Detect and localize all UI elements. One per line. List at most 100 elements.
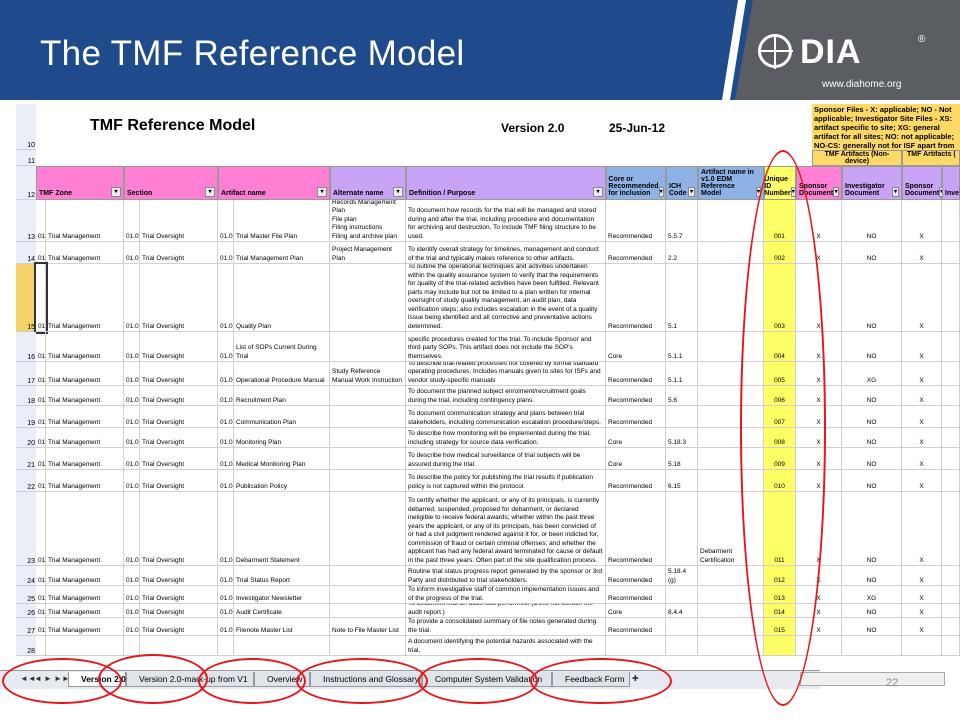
cell-inv[interactable]: XG <box>842 362 902 386</box>
cell-section[interactable]: Trial Oversight <box>140 362 218 386</box>
filter-dropdown-icon[interactable]: ▾ <box>205 187 215 197</box>
cell-core[interactable]: Recommended <box>606 386 666 406</box>
cell-core[interactable]: Recommended <box>606 586 666 604</box>
cell-section[interactable]: Trial Oversight <box>140 448 218 470</box>
cell-sponsor2[interactable]: X <box>902 586 942 604</box>
column-header[interactable]: Artifact name ▾ <box>218 166 330 200</box>
cell-alt[interactable] <box>330 386 406 406</box>
cell-inv[interactable]: NO <box>842 200 902 242</box>
cell-zone-no[interactable]: 01 <box>36 492 46 566</box>
cell-zone[interactable]: Trial Management <box>46 566 124 586</box>
cell-def[interactable]: To describe trial-related processes not … <box>406 362 606 386</box>
cell-sponsor2[interactable]: X <box>902 386 942 406</box>
cell-inv[interactable]: XG <box>842 586 902 604</box>
cell-core[interactable] <box>606 636 666 656</box>
cell-sec-no[interactable]: 01.01 <box>124 448 140 470</box>
cell-art-no[interactable]: 01.01.07 <box>218 406 234 428</box>
column-header[interactable]: TMF Zone ▾ <box>36 166 124 200</box>
filter-dropdown-icon[interactable]: ▾ <box>892 187 899 197</box>
cell-ich[interactable]: 5.6 <box>666 386 698 406</box>
cell-sponsor2[interactable] <box>902 636 942 656</box>
cell-zone-no[interactable]: 01 <box>36 618 46 636</box>
cell-alt[interactable] <box>330 406 406 428</box>
cell-sec-no[interactable]: 01.01 <box>124 362 140 386</box>
cell-alt[interactable] <box>330 586 406 604</box>
cell-artifact[interactable]: Quality Plan <box>234 264 330 332</box>
cell-core[interactable]: Recommended <box>606 618 666 636</box>
column-header[interactable]: Core or Recommended for inclusion ▾ <box>606 166 666 200</box>
row-header[interactable]: 16 <box>16 332 36 362</box>
cell-artifact[interactable]: Debarment Statement <box>234 492 330 566</box>
row-header[interactable]: 13 <box>16 200 36 242</box>
cell-def[interactable]: To provide a consolidated summary of fil… <box>406 618 606 636</box>
cell-ich[interactable]: 5.18.4 (g) <box>666 566 698 586</box>
cell-def[interactable]: To describe the policy for publishing th… <box>406 470 606 492</box>
cell-alt[interactable] <box>330 332 406 362</box>
cell-zone-no[interactable]: 01 <box>36 362 46 386</box>
cell-artifact[interactable]: Trial Master File Plan <box>234 200 330 242</box>
row-header[interactable]: 10 <box>16 104 36 150</box>
cell[interactable] <box>942 470 960 492</box>
cell-zone-no[interactable]: 01 <box>36 566 46 586</box>
cell-art-no[interactable]: 01.01.14 <box>218 604 234 618</box>
cell-art-no[interactable]: 01.01.10 <box>218 470 234 492</box>
column-header[interactable]: Sponsor Document▾ <box>902 166 945 200</box>
column-header[interactable]: Section ▾ <box>124 166 218 200</box>
cell-core[interactable]: Core <box>606 428 666 448</box>
row-header[interactable]: 20 <box>16 428 36 448</box>
cell-core[interactable]: Recommended <box>606 566 666 586</box>
cell-sponsor2[interactable]: X <box>902 406 942 428</box>
cell-inv[interactable]: NO <box>842 492 902 566</box>
cell-section[interactable]: Trial Oversight <box>140 428 218 448</box>
filter-dropdown-icon[interactable]: ▾ <box>833 187 839 197</box>
cell-section[interactable]: Trial Oversight <box>140 332 218 362</box>
cell-art-no[interactable]: 01.01.13 <box>218 586 234 604</box>
cell-inv[interactable] <box>842 636 902 656</box>
row-header[interactable]: 12 <box>16 166 36 200</box>
column-header[interactable]: ICH Code ▾ <box>666 166 698 200</box>
cell-alt[interactable] <box>330 448 406 470</box>
cell-art-no[interactable]: 01.01.04 <box>218 332 234 362</box>
cell-section[interactable] <box>140 636 218 656</box>
cell-art-no[interactable]: 01.01.05 <box>218 362 234 386</box>
cell[interactable] <box>942 362 960 386</box>
cell-core[interactable]: Core <box>606 332 666 362</box>
cell-ich[interactable]: 2.2 <box>666 242 698 264</box>
cell-def[interactable]: To document which standard operating pro… <box>406 332 606 362</box>
cell-sec-no[interactable]: 01.01 <box>124 618 140 636</box>
cell-alt[interactable]: Records Management Plan File plan Filing… <box>330 200 406 242</box>
cell-zone[interactable]: Trial Management <box>46 428 124 448</box>
cell-zone[interactable]: Trial Management <box>46 264 124 332</box>
cell-ich[interactable]: 5.1.1 <box>666 362 698 386</box>
cell-artifact[interactable]: Filenote Master List <box>234 618 330 636</box>
cell-sec-no[interactable]: 01.01 <box>124 586 140 604</box>
cell-sponsor2[interactable]: X <box>902 618 942 636</box>
cell-alt[interactable] <box>330 264 406 332</box>
cell-inv[interactable]: NO <box>842 566 902 586</box>
cell-ich[interactable] <box>666 618 698 636</box>
cell-def[interactable]: To document communication strategy and p… <box>406 406 606 428</box>
cell-sponsor2[interactable]: X <box>902 332 942 362</box>
cell-art-no[interactable]: 01.01.03 <box>218 264 234 332</box>
cell[interactable] <box>942 586 960 604</box>
cell-sec-no[interactable]: 01.01 <box>124 604 140 618</box>
cell-zone-no[interactable]: 01 <box>36 242 46 264</box>
cell-inv[interactable]: NO <box>842 332 902 362</box>
cell-zone-no[interactable]: 01 <box>36 448 46 470</box>
cell-artifact[interactable]: Communication Plan <box>234 406 330 428</box>
cell-sponsor2[interactable]: X <box>902 200 942 242</box>
cell-sec-no[interactable]: 01.01 <box>124 242 140 264</box>
cell-inv[interactable]: NO <box>842 406 902 428</box>
cell-zone[interactable] <box>46 636 124 656</box>
cell-artifact[interactable]: List of SOPs Current During Trial <box>234 332 330 362</box>
cell-def[interactable]: To document how records for the trial wi… <box>406 200 606 242</box>
cell-section[interactable]: Trial Oversight <box>140 586 218 604</box>
cell-sponsor2[interactable]: X <box>902 566 942 586</box>
cell-sec-no[interactable]: 01.01 <box>124 470 140 492</box>
cell-zone[interactable]: Trial Management <box>46 470 124 492</box>
cell[interactable] <box>942 636 960 656</box>
cell-core[interactable]: Core <box>606 604 666 618</box>
cell-def[interactable]: To identify overall strategy for timelin… <box>406 242 606 264</box>
cell[interactable] <box>942 618 960 636</box>
column-header[interactable]: Definition / Purpose ▾ <box>406 166 606 200</box>
